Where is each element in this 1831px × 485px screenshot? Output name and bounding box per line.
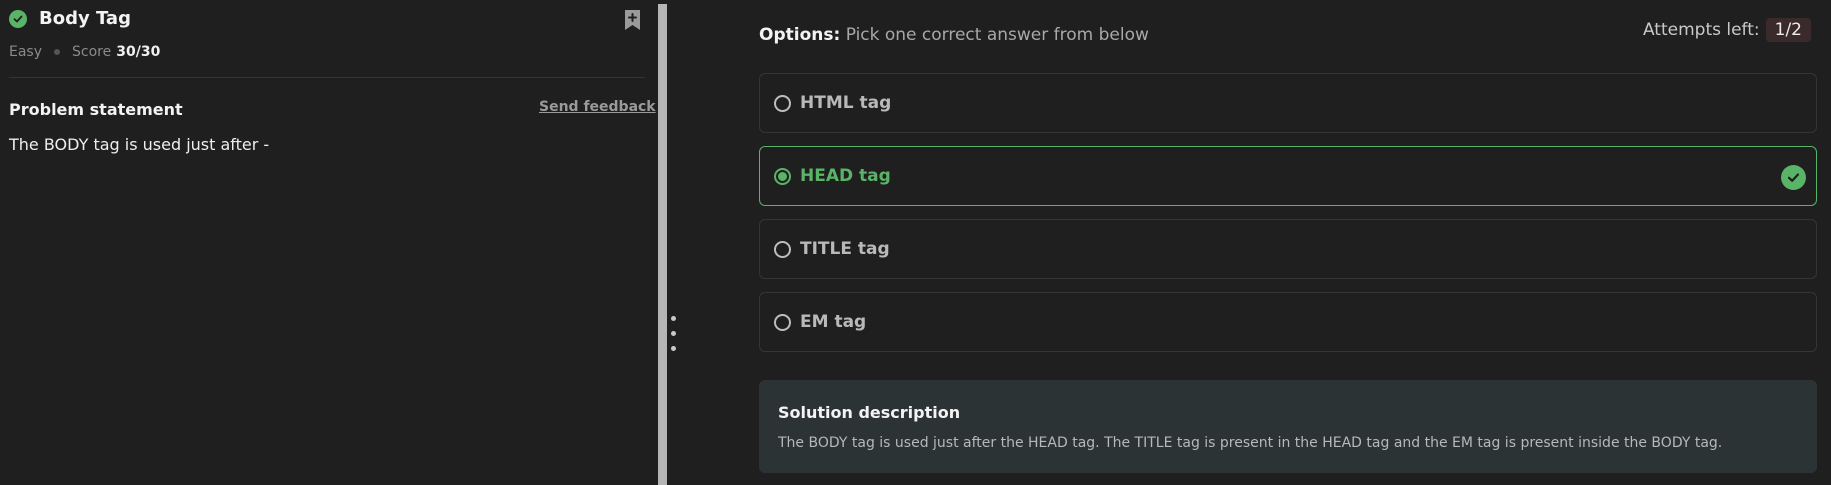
score-label: Score (72, 44, 112, 60)
problem-statement-text: The BODY tag is used just after - (9, 135, 270, 154)
separator-dot (54, 49, 61, 55)
panel-splitter[interactable] (658, 0, 667, 485)
options-heading: Options: Pick one correct answer from be… (759, 25, 1149, 45)
grip-dot (671, 331, 676, 336)
attempts-label: Attempts left: (1642, 20, 1760, 40)
option-title-tag[interactable]: TITLE tag (759, 219, 1817, 279)
app-root: Body Tag Easy Score 30/30 Problem statem… (0, 0, 1831, 485)
option-label: EM tag (800, 312, 867, 332)
attempts-indicator: Attempts left: 1/2 (1643, 18, 1811, 42)
problem-title: Body Tag (39, 8, 131, 29)
problem-statement-heading: Problem statement (9, 100, 183, 119)
solution-text: The BODY tag is used just after the HEAD… (778, 435, 1723, 451)
options-hint: Pick one correct answer from below (845, 25, 1149, 45)
radio-button-selected[interactable] (774, 167, 791, 185)
option-label: HEAD tag (800, 166, 891, 186)
problem-panel: Body Tag Easy Score 30/30 Problem statem… (0, 0, 658, 485)
correct-check-icon (1781, 165, 1806, 190)
radio-button[interactable] (774, 313, 791, 331)
radio-button[interactable] (774, 240, 791, 258)
option-em-tag[interactable]: EM tag (759, 292, 1817, 352)
radio-button[interactable] (774, 94, 791, 112)
options-panel: Options: Pick one correct answer from be… (680, 0, 1831, 485)
problem-title-row: Body Tag (9, 8, 131, 29)
bookmark-plus-icon[interactable] (623, 9, 642, 31)
solution-title: Solution description (778, 403, 961, 422)
problem-meta: Easy Score 30/30 (9, 44, 160, 60)
options-label: Options: (759, 25, 841, 45)
grip-dot (671, 316, 676, 321)
grip-dot (671, 346, 676, 351)
radio-dot (778, 171, 787, 181)
splitter-top-gap (658, 0, 667, 4)
divider (9, 77, 645, 78)
solved-check-icon (9, 9, 27, 28)
option-label: TITLE tag (800, 239, 890, 259)
difficulty-label: Easy (9, 44, 43, 60)
drag-handle-icon[interactable] (671, 316, 676, 351)
score-value: 30/30 (116, 44, 161, 60)
option-head-tag[interactable]: HEAD tag (759, 146, 1817, 206)
solution-description-box: Solution description The BODY tag is use… (759, 380, 1817, 473)
option-label: HTML tag (800, 93, 892, 113)
send-feedback-link[interactable]: Send feedback (539, 99, 656, 115)
option-html-tag[interactable]: HTML tag (759, 73, 1817, 133)
attempts-value: 1/2 (1765, 18, 1811, 42)
